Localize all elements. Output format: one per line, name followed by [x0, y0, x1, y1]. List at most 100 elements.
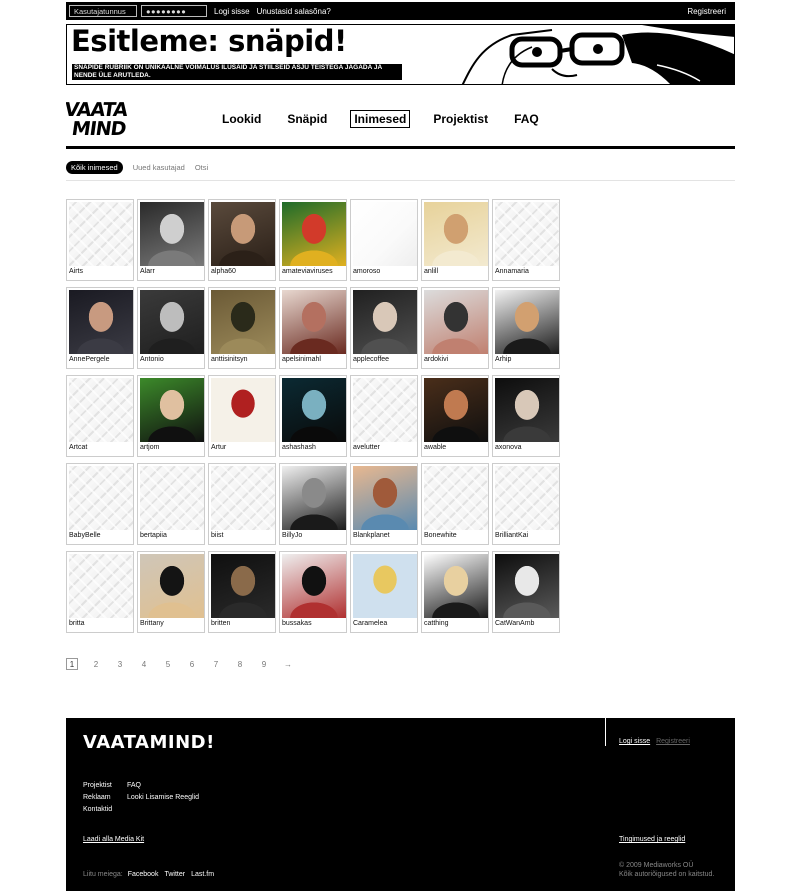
user-photo[interactable]: [424, 554, 488, 618]
user-card[interactable]: amoroso: [350, 199, 418, 281]
user-card[interactable]: amateviaviruses: [279, 199, 347, 281]
facebook-link[interactable]: Facebook: [128, 871, 159, 878]
user-photo[interactable]: [282, 290, 346, 354]
user-card[interactable]: Annamaria: [492, 199, 560, 281]
user-card[interactable]: alpha60: [208, 199, 276, 281]
page-8[interactable]: 8: [234, 658, 246, 670]
user-name[interactable]: BabyBelle: [69, 532, 101, 539]
user-photo[interactable]: [353, 554, 417, 618]
user-card[interactable]: apelsinimahl: [279, 287, 347, 369]
nav-inimesed[interactable]: Inimesed: [350, 110, 411, 128]
page-9[interactable]: 9: [258, 658, 270, 670]
user-card[interactable]: Artur: [208, 375, 276, 457]
user-name[interactable]: catthing: [424, 620, 449, 627]
user-name[interactable]: amateviaviruses: [282, 268, 333, 275]
user-photo[interactable]: [140, 290, 204, 354]
page-2[interactable]: 2: [90, 658, 102, 670]
user-name[interactable]: BrilliantKai: [495, 532, 528, 539]
user-photo[interactable]: [495, 378, 559, 442]
user-name[interactable]: Blankplanet: [353, 532, 390, 539]
user-photo[interactable]: [211, 290, 275, 354]
forgot-password-link[interactable]: Unustasid salasõna?: [257, 7, 331, 16]
user-name[interactable]: apelsinimahl: [282, 356, 321, 363]
promo-banner[interactable]: Esitleme: snäpid! Snäpide rubriik on uni…: [66, 24, 735, 85]
footer-link-rules[interactable]: Looki Lisamise Reeglid: [127, 792, 199, 804]
user-photo[interactable]: [495, 554, 559, 618]
user-photo[interactable]: [282, 466, 346, 530]
user-card[interactable]: britta: [66, 551, 134, 633]
nav-lookid[interactable]: Lookid: [219, 111, 264, 127]
footer-link-reklaam[interactable]: Reklaam: [83, 792, 127, 804]
user-card[interactable]: Bonewhite: [421, 463, 489, 545]
user-name[interactable]: Caramelea: [353, 620, 387, 627]
site-logo[interactable]: VAATA MIND: [63, 98, 166, 140]
user-name[interactable]: anttisinitsyn: [211, 356, 248, 363]
default-avatar[interactable]: [424, 466, 488, 530]
user-name[interactable]: britta: [69, 620, 85, 627]
user-name[interactable]: bertapiia: [140, 532, 167, 539]
user-card[interactable]: anttisinitsyn: [208, 287, 276, 369]
user-name[interactable]: Artur: [211, 444, 226, 451]
nav-snapid[interactable]: Snäpid: [284, 111, 330, 127]
user-name[interactable]: avelutter: [353, 444, 380, 451]
user-photo[interactable]: [140, 378, 204, 442]
footer-link-projektist[interactable]: Projektist: [83, 780, 127, 792]
register-link[interactable]: Registreeri: [687, 7, 726, 16]
tab-new-users[interactable]: Uued kasutajad: [133, 163, 185, 172]
user-photo[interactable]: [282, 378, 346, 442]
footer-register-link[interactable]: Registreeri: [656, 738, 690, 745]
page-3[interactable]: 3: [114, 658, 126, 670]
user-name[interactable]: Artcat: [69, 444, 87, 451]
twitter-link[interactable]: Twitter: [164, 871, 185, 878]
user-photo[interactable]: [211, 202, 275, 266]
media-kit-link[interactable]: Laadi alla Media Kit: [83, 836, 144, 843]
default-avatar[interactable]: [69, 202, 133, 266]
user-name[interactable]: ardokivi: [424, 356, 448, 363]
login-link[interactable]: Logi sisse: [214, 7, 250, 16]
user-photo[interactable]: [424, 290, 488, 354]
user-card[interactable]: bertapiia: [137, 463, 205, 545]
user-name[interactable]: bussakas: [282, 620, 312, 627]
username-input[interactable]: Kasutajatunnus: [69, 5, 137, 17]
default-avatar[interactable]: [495, 466, 559, 530]
user-card[interactable]: bussakas: [279, 551, 347, 633]
user-card[interactable]: BabyBelle: [66, 463, 134, 545]
user-name[interactable]: BillyJo: [282, 532, 302, 539]
user-card[interactable]: avelutter: [350, 375, 418, 457]
default-avatar[interactable]: [69, 378, 133, 442]
user-name[interactable]: Brittany: [140, 620, 164, 627]
user-photo[interactable]: [140, 554, 204, 618]
next-page-arrow-icon[interactable]: →: [282, 658, 294, 670]
lastfm-link[interactable]: Last.fm: [191, 871, 214, 878]
user-name[interactable]: alpha60: [211, 268, 236, 275]
user-name[interactable]: CatWanAmb: [495, 620, 534, 627]
user-name[interactable]: britten: [211, 620, 230, 627]
user-name[interactable]: Bonewhite: [424, 532, 457, 539]
page-6[interactable]: 6: [186, 658, 198, 670]
tab-search[interactable]: Otsi: [195, 163, 208, 172]
user-card[interactable]: Blankplanet: [350, 463, 418, 545]
tab-all-people[interactable]: Kõik inimesed: [66, 161, 123, 174]
user-name[interactable]: Antonio: [140, 356, 164, 363]
user-card[interactable]: applecoffee: [350, 287, 418, 369]
default-avatar[interactable]: [140, 466, 204, 530]
user-name[interactable]: Annamaria: [495, 268, 529, 275]
page-7[interactable]: 7: [210, 658, 222, 670]
page-4[interactable]: 4: [138, 658, 150, 670]
user-name[interactable]: awable: [424, 444, 446, 451]
nav-faq[interactable]: FAQ: [511, 111, 542, 127]
user-photo[interactable]: [211, 554, 275, 618]
footer-link-kontaktid[interactable]: Kontaktid: [83, 804, 127, 816]
user-card[interactable]: Antonio: [137, 287, 205, 369]
user-name[interactable]: artjom: [140, 444, 159, 451]
user-name[interactable]: ashashash: [282, 444, 316, 451]
user-name[interactable]: Arhip: [495, 356, 511, 363]
user-name[interactable]: applecoffee: [353, 356, 389, 363]
user-card[interactable]: awable: [421, 375, 489, 457]
user-card[interactable]: BrilliantKai: [492, 463, 560, 545]
footer-login-link[interactable]: Logi sisse: [619, 738, 650, 745]
user-card[interactable]: catthing: [421, 551, 489, 633]
user-photo[interactable]: [353, 202, 417, 266]
default-avatar[interactable]: [495, 202, 559, 266]
user-card[interactable]: biist: [208, 463, 276, 545]
